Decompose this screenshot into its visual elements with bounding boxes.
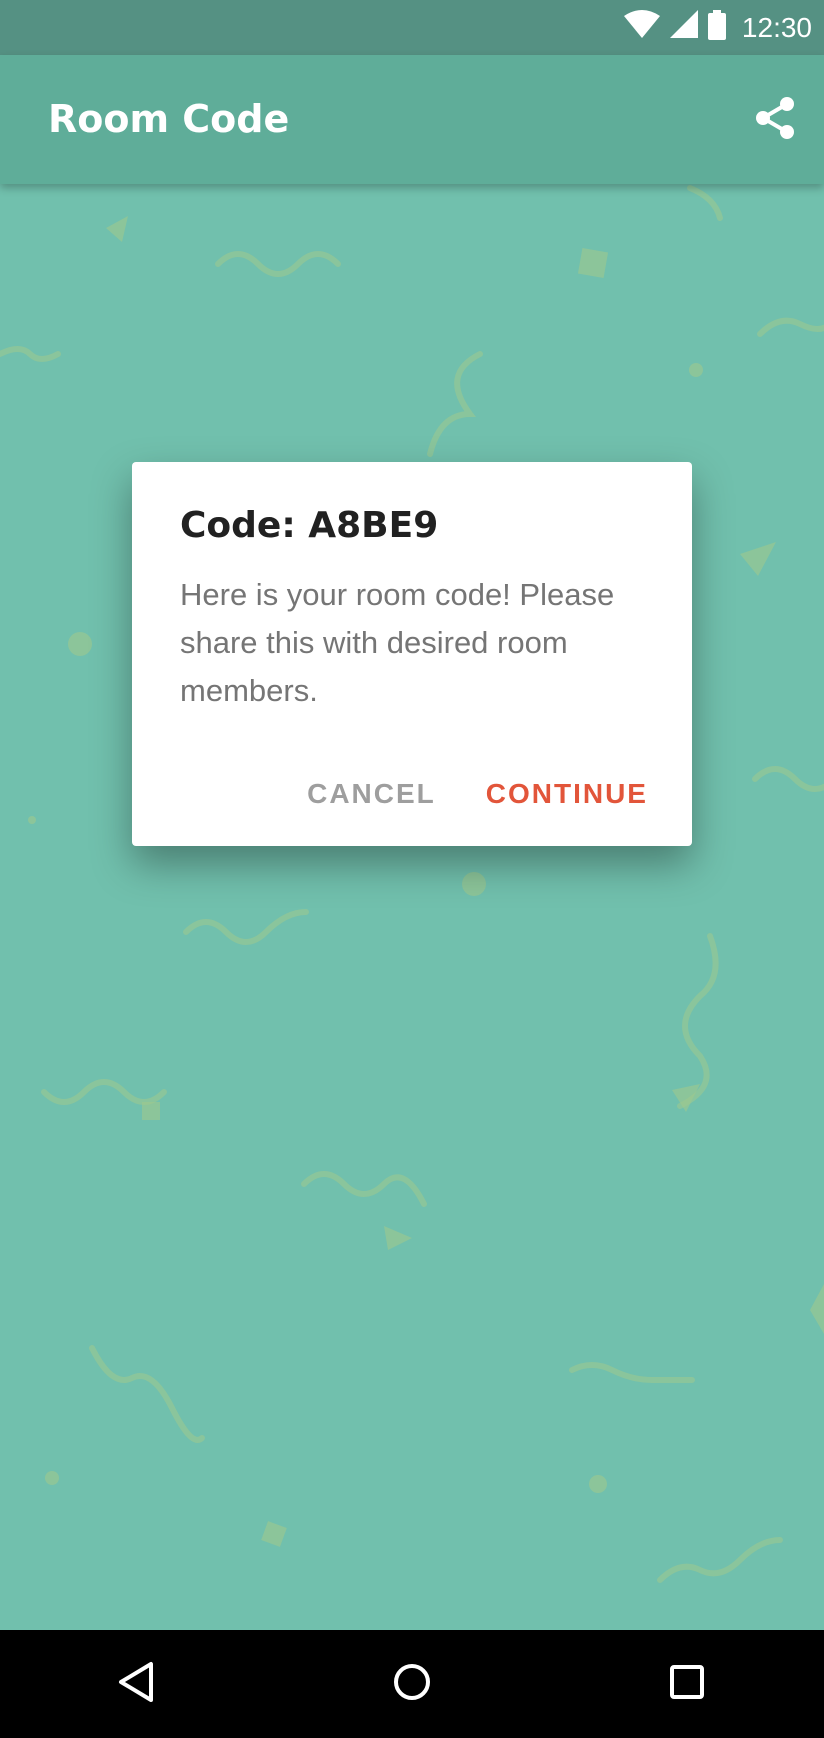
home-icon xyxy=(392,1662,432,1707)
continue-button[interactable]: CONTINUE xyxy=(478,770,656,818)
status-time: 12:30 xyxy=(741,11,812,43)
home-button[interactable] xyxy=(372,1644,452,1724)
battery-icon xyxy=(707,10,726,45)
wifi-icon xyxy=(623,10,660,45)
navigation-bar xyxy=(0,1630,824,1738)
signal-icon xyxy=(669,10,698,45)
room-code-dialog: Code: A8BE9 Here is your room code! Plea… xyxy=(132,462,692,846)
share-icon xyxy=(754,96,796,145)
app-title: Room Code xyxy=(48,97,290,141)
cancel-button[interactable]: CANCEL xyxy=(299,770,444,818)
status-icons: 12:30 xyxy=(623,0,812,55)
app-bar: Room Code xyxy=(0,55,824,184)
dialog-message: Here is your room code! Please share thi… xyxy=(180,577,615,709)
share-button[interactable] xyxy=(750,95,800,145)
dialog-title: Code: A8BE9 xyxy=(180,505,439,546)
dialog-actions: CANCEL CONTINUE xyxy=(299,770,656,818)
back-button[interactable] xyxy=(97,1644,177,1724)
confetti-pattern xyxy=(0,185,824,1583)
recents-icon xyxy=(669,1664,705,1705)
status-bar: 12:30 xyxy=(0,0,824,55)
back-icon xyxy=(117,1660,157,1709)
confetti-background xyxy=(0,184,824,1630)
recents-button[interactable] xyxy=(647,1644,727,1724)
